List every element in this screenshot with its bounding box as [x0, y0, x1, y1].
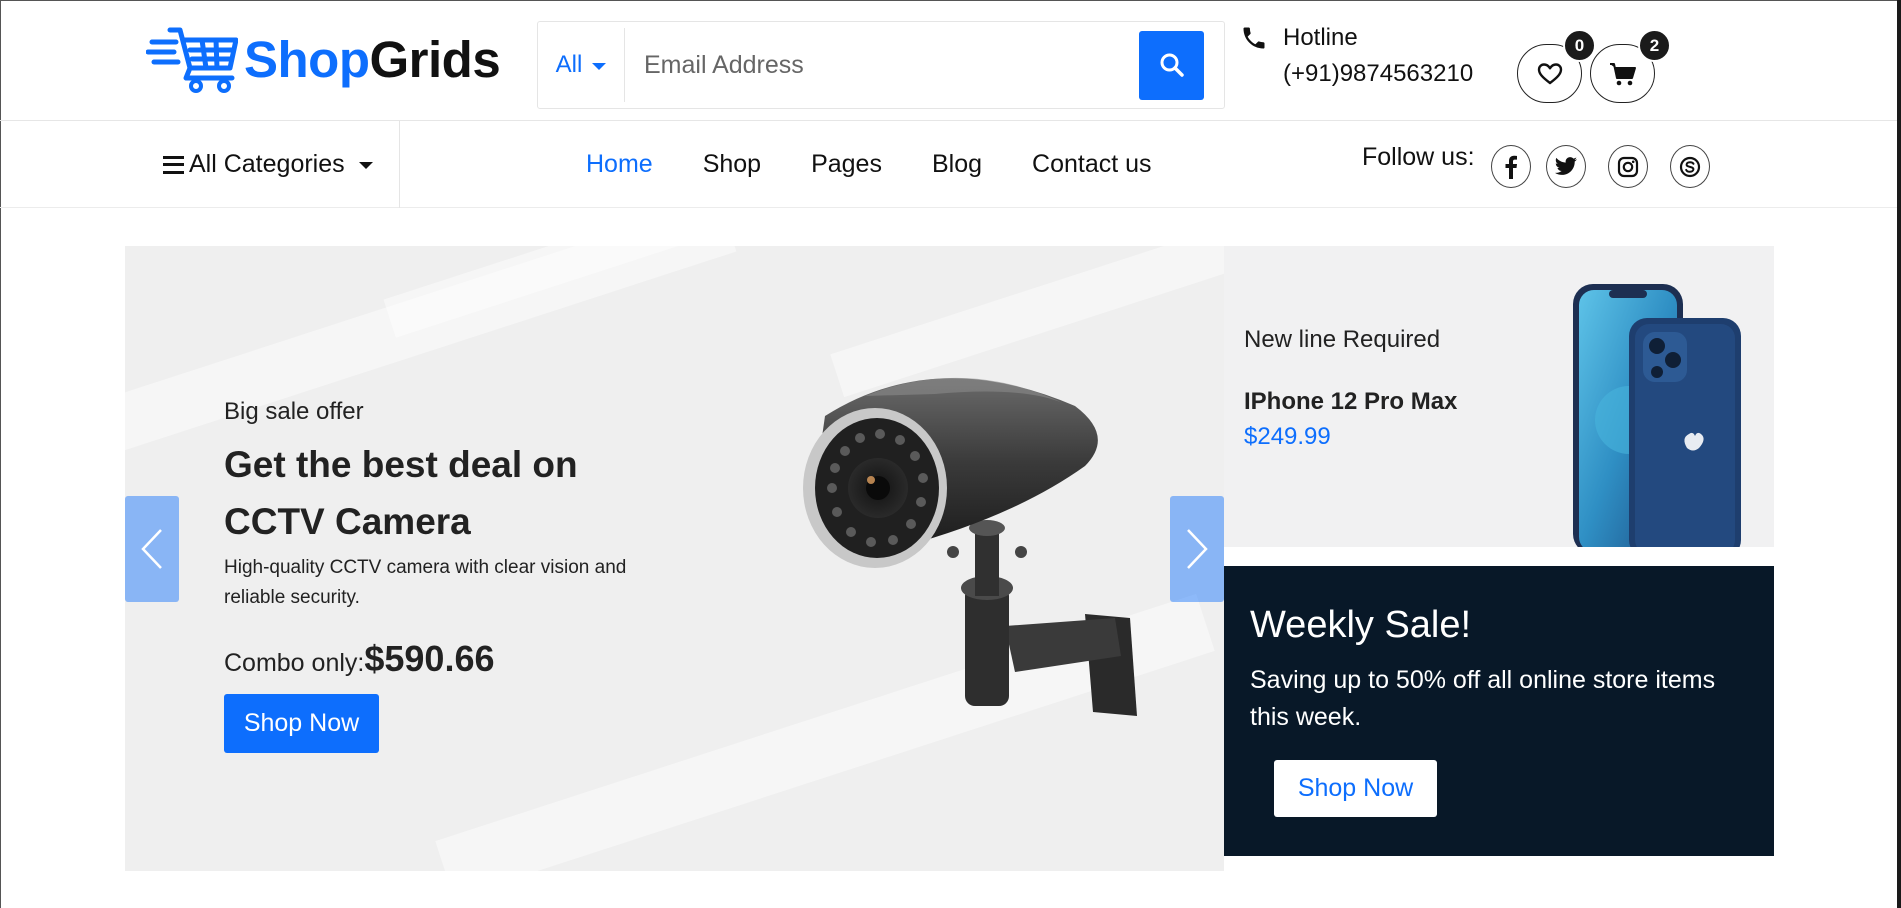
- iphone-image: [1573, 284, 1741, 547]
- cctv-camera-image: [803, 377, 1137, 716]
- nav-menu: Home Shop Pages Blog Contact us: [586, 121, 1202, 208]
- weekly-sale-shop-now-button[interactable]: Shop Now: [1274, 760, 1437, 817]
- site-header: ShopGrids All Hotline (+91)9874563210 0: [0, 0, 1897, 121]
- search-bar: All: [537, 21, 1225, 109]
- search-input[interactable]: [625, 28, 1139, 102]
- hotline-label: Hotline: [1283, 24, 1358, 51]
- skype-link[interactable]: [1670, 145, 1710, 188]
- nav-link-blog[interactable]: Blog: [932, 150, 982, 179]
- skype-icon: [1679, 156, 1701, 177]
- instagram-icon: [1617, 156, 1639, 177]
- hero-shop-now-button[interactable]: Shop Now: [224, 694, 379, 753]
- wishlist-count-badge: 0: [1563, 29, 1596, 62]
- cart-icon: [1609, 62, 1636, 85]
- nav-link-shop[interactable]: Shop: [703, 150, 761, 179]
- instagram-link[interactable]: [1608, 145, 1648, 188]
- menu-icon: [163, 155, 184, 174]
- facebook-link[interactable]: [1491, 145, 1531, 188]
- twitter-icon: [1555, 156, 1577, 175]
- iphone-promo-card[interactable]: New line Required IPhone 12 Pro Max $249…: [1224, 246, 1774, 547]
- weekly-sale-banner: Weekly Sale! Saving up to 50% off all on…: [1224, 566, 1774, 856]
- weekly-sale-title: Weekly Sale!: [1250, 604, 1472, 646]
- hero-description: High-quality CCTV camera with clear visi…: [224, 557, 627, 608]
- heart-icon: [1537, 62, 1562, 84]
- hero-slider: Big sale offer Get the best deal on CCTV…: [125, 246, 1224, 871]
- combo-price: $590.66: [364, 638, 495, 679]
- nav-link-contact[interactable]: Contact us: [1032, 150, 1152, 179]
- search-icon: [1160, 53, 1184, 77]
- brand-name: ShopGrids: [244, 30, 501, 89]
- hero-subtitle: Big sale offer: [224, 398, 364, 425]
- slider-next-button[interactable]: [1170, 496, 1224, 602]
- nav-link-pages[interactable]: Pages: [811, 150, 882, 179]
- slider-prev-button[interactable]: [125, 496, 179, 602]
- promo-price: $249.99: [1244, 423, 1331, 450]
- cart-count-badge: 2: [1638, 29, 1671, 62]
- promo-subtitle: New line Required: [1244, 326, 1441, 353]
- chevron-down-icon: [592, 62, 607, 70]
- all-categories-label: All Categories: [189, 150, 345, 178]
- chevron-left-icon: [141, 529, 162, 569]
- category-select[interactable]: All: [538, 28, 625, 102]
- facebook-icon: [1505, 155, 1517, 179]
- weekly-sale-text: Saving up to 50% off all online store it…: [1250, 666, 1716, 731]
- category-select-value: All: [555, 51, 583, 78]
- search-button[interactable]: [1139, 30, 1204, 100]
- nav-link-home[interactable]: Home: [586, 150, 653, 179]
- hero-title: Get the best deal on CCTV Camera: [224, 444, 578, 542]
- chevron-down-icon: [358, 162, 373, 169]
- logo[interactable]: ShopGrids: [146, 24, 501, 94]
- hotline-number[interactable]: (+91)9874563210: [1283, 60, 1473, 88]
- twitter-link[interactable]: [1546, 145, 1586, 188]
- cart-logo-icon: [146, 27, 238, 93]
- all-categories-dropdown[interactable]: All Categories: [0, 121, 400, 208]
- promo-product-name[interactable]: IPhone 12 Pro Max: [1244, 388, 1457, 416]
- hero-combo: Combo only:$590.66: [224, 638, 495, 680]
- phone-icon: [1243, 27, 1265, 49]
- brand-part-2: Grids: [369, 30, 501, 88]
- brand-part-1: Shop: [244, 30, 370, 88]
- chevron-right-icon: [1187, 529, 1208, 569]
- window-scrollbar[interactable]: [1897, 0, 1901, 908]
- background-streak: [125, 246, 737, 468]
- combo-label: Combo only:: [224, 649, 365, 677]
- follow-us-label: Follow us:: [1362, 143, 1475, 171]
- main-nav: All Categories Home Shop Pages Blog Cont…: [0, 121, 1897, 208]
